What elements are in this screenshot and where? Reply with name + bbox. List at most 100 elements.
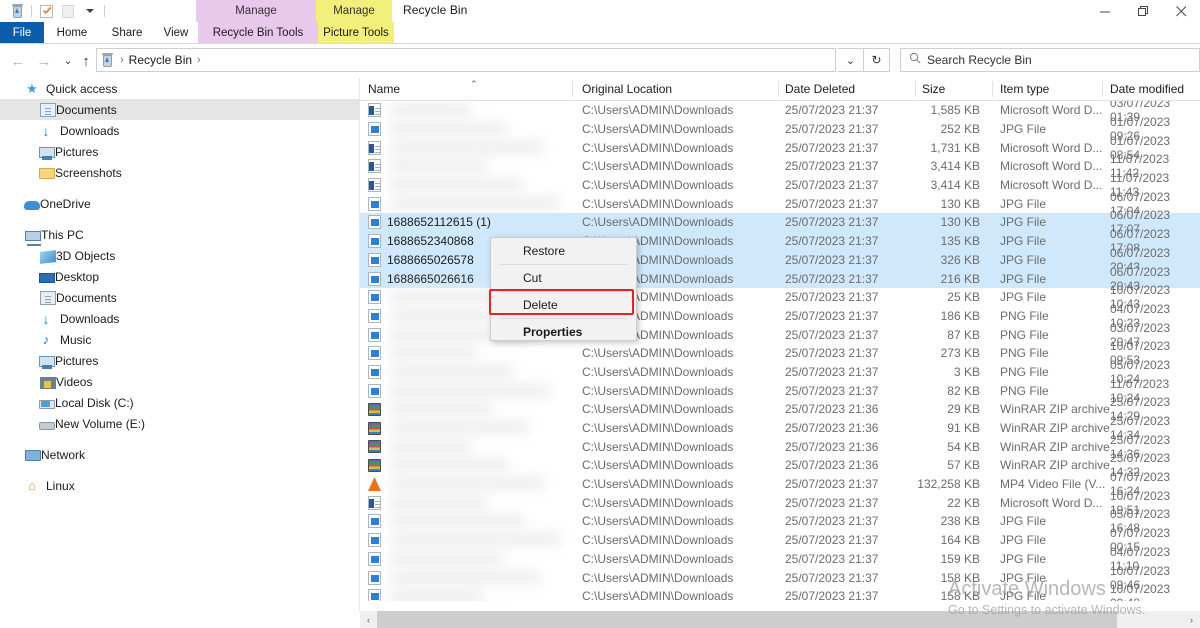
sidebar-item-network[interactable]: Network (0, 444, 360, 465)
column-header-location[interactable]: Original Location (582, 78, 672, 100)
menu-item-restore[interactable]: Restore (491, 238, 636, 264)
cell-name[interactable] (368, 400, 568, 418)
forward-button[interactable]: → (34, 51, 54, 71)
table-row[interactable]: C:\Users\ADMIN\Downloads25/07/2023 21:36… (360, 400, 1200, 419)
table-row[interactable]: C:\Users\ADMIN\Downloads25/07/2023 21:37… (360, 363, 1200, 382)
table-row[interactable]: C:\Users\ADMIN\Downloads25/07/2023 21:37… (360, 550, 1200, 569)
table-row[interactable]: C:\Users\ADMIN\Downloads25/07/2023 21:37… (360, 531, 1200, 550)
tab-file[interactable]: File (0, 22, 44, 43)
table-row[interactable]: C:\Users\ADMIN\Downloads25/07/2023 21:36… (360, 456, 1200, 475)
table-row[interactable]: C:\Users\ADMIN\Downloads25/07/2023 21:37… (360, 381, 1200, 400)
table-row[interactable]: C:\Users\ADMIN\Downloads25/07/2023 21:37… (360, 307, 1200, 326)
scroll-left-arrow[interactable]: ‹ (360, 611, 377, 628)
table-row[interactable]: C:\Users\ADMIN\Downloads25/07/2023 21:36… (360, 437, 1200, 456)
sidebar-item-downloads[interactable]: ↓Downloads (0, 120, 360, 141)
cell-name[interactable] (368, 587, 568, 601)
breadcrumb-separator-2[interactable]: › (192, 54, 206, 66)
table-row[interactable]: C:\Users\ADMIN\Downloads25/07/2023 21:37… (360, 138, 1200, 157)
scroll-right-arrow[interactable]: › (1183, 611, 1200, 628)
sidebar-item-downloads[interactable]: ↓Downloads (0, 308, 360, 329)
search-box[interactable]: Search Recycle Bin (900, 48, 1200, 72)
table-row[interactable]: C:\Users\ADMIN\Downloads25/07/2023 21:37… (360, 194, 1200, 213)
cell-name[interactable] (368, 139, 568, 157)
sidebar-item-new-volume-e[interactable]: New Volume (E:) (0, 413, 360, 434)
context-menu[interactable]: Restore Cut Delete Properties (490, 237, 637, 341)
sidebar-item-quick-access[interactable]: ★Quick access (0, 78, 360, 99)
tab-recycle-bin-tools[interactable]: Recycle Bin Tools (198, 22, 318, 43)
column-header-type[interactable]: Item type (1000, 78, 1049, 100)
table-row[interactable]: C:\Users\ADMIN\Downloads25/07/2023 21:36… (360, 419, 1200, 438)
menu-item-delete[interactable]: Delete (491, 292, 636, 318)
search-input[interactable]: Search Recycle Bin (927, 53, 1032, 67)
table-row[interactable]: 1688652340868C:\Users\ADMIN\Downloads25/… (360, 232, 1200, 251)
cell-name[interactable] (368, 195, 568, 213)
column-header-modified[interactable]: Date modified (1110, 78, 1184, 100)
cell-name[interactable] (368, 438, 568, 456)
horizontal-scrollbar[interactable]: ‹ › (360, 611, 1200, 628)
cell-name[interactable] (368, 456, 568, 474)
table-row[interactable]: C:\Users\ADMIN\Downloads25/07/2023 21:37… (360, 512, 1200, 531)
file-rows-container[interactable]: C:\Users\ADMIN\Downloads25/07/2023 21:37… (360, 101, 1200, 601)
cell-name[interactable] (368, 531, 568, 549)
menu-item-cut[interactable]: Cut (491, 265, 636, 291)
sidebar-item-documents[interactable]: Documents (0, 287, 360, 308)
back-button[interactable]: ← (8, 51, 28, 71)
table-row[interactable]: C:\Users\ADMIN\Downloads25/07/2023 21:37… (360, 475, 1200, 494)
cell-name[interactable] (368, 550, 568, 568)
navigation-pane[interactable]: ★Quick accessDocuments↓DownloadsPictures… (0, 78, 360, 618)
tab-share[interactable]: Share (100, 22, 154, 43)
up-button[interactable]: ↑ (76, 51, 96, 71)
sidebar-item-onedrive[interactable]: OneDrive (0, 193, 360, 214)
tab-view[interactable]: View (154, 22, 198, 43)
cell-name[interactable] (368, 382, 568, 400)
table-row[interactable]: 1688665026616C:\Users\ADMIN\Downloads25/… (360, 269, 1200, 288)
sidebar-item-videos[interactable]: Videos (0, 371, 360, 392)
column-header-name[interactable]: Name (368, 78, 400, 100)
table-row[interactable]: C:\Users\ADMIN\Downloads25/07/2023 21:37… (360, 325, 1200, 344)
table-row[interactable]: C:\Users\ADMIN\Downloads25/07/2023 21:37… (360, 101, 1200, 120)
sidebar-item-local-disk-c[interactable]: Local Disk (C:) (0, 392, 360, 413)
sidebar-item-linux[interactable]: ⌂Linux (0, 475, 360, 496)
sidebar-item-desktop[interactable]: Desktop (0, 266, 360, 287)
table-row[interactable]: C:\Users\ADMIN\Downloads25/07/2023 21:37… (360, 493, 1200, 512)
sidebar-item-screenshots[interactable]: Screenshots (0, 162, 360, 183)
scrollbar-thumb[interactable] (377, 611, 1117, 628)
cell-name[interactable] (368, 363, 568, 381)
table-row[interactable]: 1688652112615 (1)C:\Users\ADMIN\Download… (360, 213, 1200, 232)
cell-name[interactable] (368, 120, 568, 138)
cell-name[interactable] (368, 494, 568, 512)
table-row[interactable]: C:\Users\ADMIN\Downloads25/07/2023 21:37… (360, 288, 1200, 307)
table-row[interactable]: C:\Users\ADMIN\Downloads25/07/2023 21:37… (360, 344, 1200, 363)
sidebar-item-documents[interactable]: Documents (0, 99, 360, 120)
cell-name[interactable] (368, 101, 568, 119)
refresh-icon[interactable]: ↻ (864, 48, 890, 72)
cell-name[interactable] (368, 176, 568, 194)
sidebar-item-pictures[interactable]: Pictures (0, 141, 360, 162)
cell-name[interactable] (368, 512, 568, 530)
table-row[interactable]: C:\Users\ADMIN\Downloads25/07/2023 21:37… (360, 568, 1200, 587)
sidebar-item-music[interactable]: ♪Music (0, 329, 360, 350)
sidebar-item-this-pc[interactable]: This PC (0, 224, 360, 245)
cell-name[interactable] (368, 157, 568, 175)
cell-name[interactable] (368, 344, 568, 362)
table-row[interactable]: C:\Users\ADMIN\Downloads25/07/2023 21:37… (360, 587, 1200, 601)
column-header-size[interactable]: Size (922, 78, 945, 100)
cell-name[interactable] (368, 419, 568, 437)
sidebar-item-pictures[interactable]: Pictures (0, 350, 360, 371)
sidebar-item-3d-objects[interactable]: 3D Objects (0, 245, 360, 266)
recent-locations-button[interactable]: ⌄ (58, 51, 78, 71)
address-field[interactable]: › Recycle Bin › (96, 48, 836, 72)
address-dropdown-icon[interactable]: ⌄ (838, 48, 864, 72)
table-row[interactable]: C:\Users\ADMIN\Downloads25/07/2023 21:37… (360, 157, 1200, 176)
breadcrumb-recycle-bin[interactable]: Recycle Bin (129, 53, 192, 67)
cell-name[interactable]: 1688652112615 (1) (368, 213, 568, 231)
table-row[interactable]: C:\Users\ADMIN\Downloads25/07/2023 21:37… (360, 176, 1200, 195)
table-row[interactable]: 1688665026578C:\Users\ADMIN\Downloads25/… (360, 251, 1200, 270)
tab-picture-tools[interactable]: Picture Tools (318, 22, 394, 43)
tab-home[interactable]: Home (44, 22, 100, 43)
cell-name[interactable] (368, 475, 568, 493)
table-row[interactable]: C:\Users\ADMIN\Downloads25/07/2023 21:37… (360, 120, 1200, 139)
cell-name[interactable] (368, 569, 568, 587)
menu-item-properties[interactable]: Properties (491, 319, 636, 345)
column-header-deleted[interactable]: Date Deleted (785, 78, 855, 100)
